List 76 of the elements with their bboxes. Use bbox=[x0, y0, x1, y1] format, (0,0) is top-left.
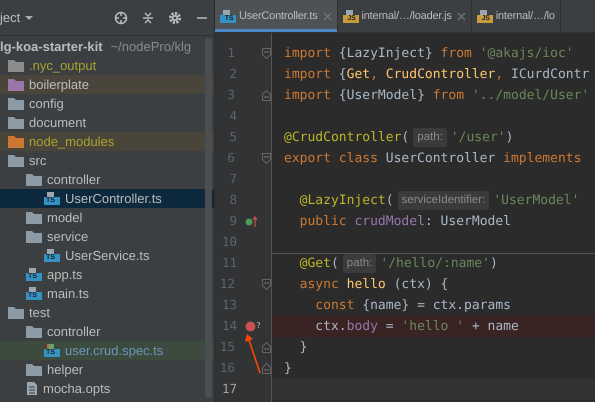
code-line: import {Get, CrudController, ICurdContr bbox=[284, 66, 590, 84]
tree-item-label[interactable]: app.ts bbox=[47, 264, 82, 284]
file-icon bbox=[26, 381, 38, 396]
folder-icon bbox=[26, 363, 42, 376]
folder-icon bbox=[8, 78, 24, 91]
fold-icon[interactable] bbox=[262, 342, 271, 353]
tree-item-label[interactable]: config bbox=[29, 94, 64, 114]
fold-icon[interactable] bbox=[262, 153, 271, 164]
settings-icon[interactable] bbox=[168, 10, 182, 24]
tree-item-label[interactable]: test bbox=[29, 302, 50, 322]
code-token: '/hello/:name' bbox=[380, 254, 490, 273]
project-root-name[interactable]: lg-koa-starter-kit bbox=[0, 36, 103, 56]
parameter-hint: path: bbox=[413, 128, 447, 148]
line-number: 17 bbox=[220, 380, 237, 398]
folder-icon bbox=[26, 173, 42, 186]
parameter-hint: serviceIdentifier: bbox=[398, 190, 490, 210]
tree-item-label: boilerplate bbox=[29, 76, 89, 94]
code-token: @LazyInject bbox=[298, 192, 386, 210]
folder-icon bbox=[26, 325, 42, 338]
tree-item-label: UserController.ts bbox=[65, 190, 162, 208]
breakpoint-hint: ? bbox=[256, 320, 261, 332]
folder-icon bbox=[26, 211, 42, 224]
tree-item-label[interactable]: controller bbox=[47, 322, 100, 342]
code-token: ) bbox=[506, 128, 514, 147]
code-token: @Get bbox=[298, 254, 331, 273]
code-token: '/user' bbox=[450, 128, 506, 147]
tree-item-label[interactable]: helper bbox=[47, 360, 84, 380]
tree-item-label[interactable]: mocha.opts bbox=[43, 378, 110, 398]
tree-item-label: user.crud.spec.ts bbox=[65, 342, 164, 360]
tree-row[interactable]: node_modules bbox=[0, 132, 214, 151]
code-line: import {LazyInject} from '@akajs/ioc' bbox=[284, 44, 574, 63]
folder-icon bbox=[8, 135, 24, 148]
folder-icon bbox=[26, 230, 42, 243]
breakpoint-icon[interactable] bbox=[245, 321, 256, 332]
code-token: 'UserModel' bbox=[493, 192, 580, 210]
locate-icon[interactable] bbox=[114, 10, 128, 24]
fold-icon[interactable] bbox=[262, 90, 271, 101]
tree-item-label[interactable]: .nyc_output bbox=[29, 56, 96, 76]
fold-icon[interactable] bbox=[262, 363, 271, 374]
tree-item-label[interactable]: main.ts bbox=[47, 284, 89, 304]
tree-item-label[interactable]: UserService.ts bbox=[65, 246, 150, 266]
code-token: ( bbox=[330, 254, 339, 273]
folder-icon bbox=[8, 154, 24, 167]
folder-icon bbox=[8, 116, 24, 129]
panel-title[interactable]: ject bbox=[0, 8, 20, 28]
code-token: @CrudController bbox=[284, 128, 402, 147]
close-icon[interactable] bbox=[322, 12, 332, 20]
project-path: ~/nodePro/klg bbox=[110, 38, 192, 56]
code-token: ( bbox=[401, 128, 410, 147]
tree-item-label[interactable]: src bbox=[29, 150, 46, 170]
code-line: ctx.body = 'hello ' + name bbox=[314, 318, 519, 336]
code-line: import {UserModel} from '../model/User' bbox=[284, 86, 590, 105]
tree-item-label[interactable]: controller bbox=[47, 170, 100, 190]
tree-item-label[interactable]: service bbox=[47, 226, 88, 246]
code-token: ( bbox=[386, 192, 394, 210]
tree-item-label[interactable]: document bbox=[29, 112, 86, 132]
code-line: } bbox=[298, 338, 308, 357]
code-line: async hello (ctx) { bbox=[298, 276, 448, 294]
code-line: const {name} = ctx.params bbox=[314, 296, 511, 315]
code-line: export class UserController implements bbox=[284, 150, 582, 168]
code-line: public crudModel: UserModel bbox=[298, 212, 511, 231]
collapse-icon[interactable] bbox=[142, 10, 154, 24]
folder-icon bbox=[8, 306, 24, 319]
folder-icon bbox=[8, 97, 24, 110]
close-icon[interactable] bbox=[456, 12, 466, 20]
folder-icon bbox=[8, 59, 24, 72]
code-token: ) bbox=[490, 254, 498, 273]
tree-item-label: node_modules bbox=[29, 132, 114, 151]
tree-item-label[interactable]: model bbox=[47, 208, 82, 228]
tree-row[interactable]: boilerplate bbox=[0, 75, 214, 94]
parameter-hint: path: bbox=[342, 254, 376, 274]
implementation-icon[interactable] bbox=[245, 216, 259, 228]
fold-icon[interactable] bbox=[262, 279, 271, 290]
fold-icon[interactable] bbox=[262, 48, 271, 59]
code-line: } bbox=[284, 360, 292, 378]
scrollbar[interactable] bbox=[205, 38, 212, 398]
